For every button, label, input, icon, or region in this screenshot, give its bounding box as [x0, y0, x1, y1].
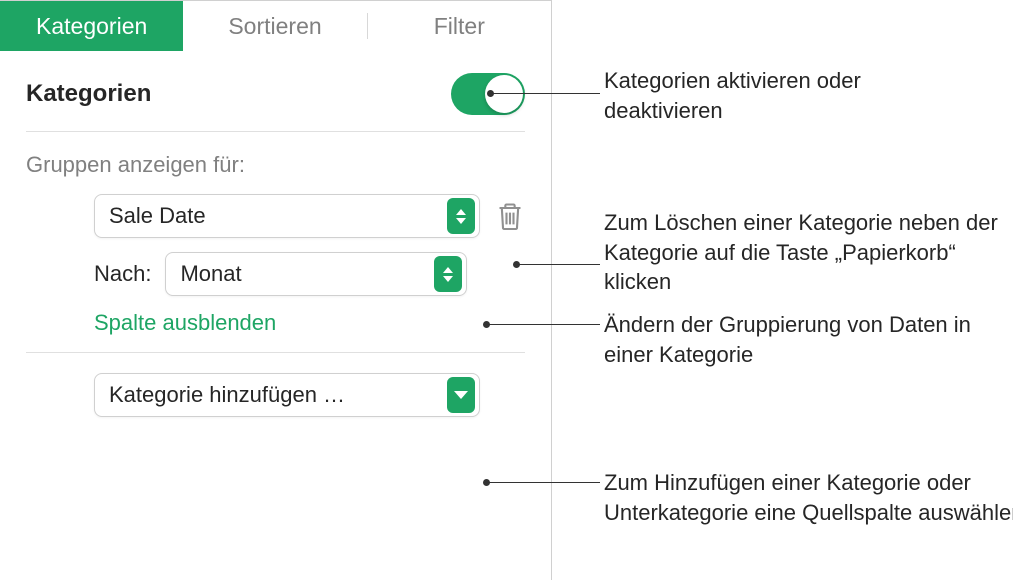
group-label: Gruppen anzeigen für:	[26, 152, 525, 178]
section-header: Kategorien	[0, 51, 551, 131]
dropdown-arrows-icon	[447, 198, 475, 234]
leader-line	[486, 482, 600, 483]
tab-bar: Kategorien Sortieren Filter	[0, 1, 551, 51]
sale-date-value: Sale Date	[109, 203, 206, 229]
add-category-dropdown[interactable]: Kategorie hinzufügen …	[94, 373, 480, 417]
sale-date-dropdown[interactable]: Sale Date	[94, 194, 480, 238]
tab-sort[interactable]: Sortieren	[183, 1, 366, 51]
annotations: Kategorien aktivieren oder deaktivieren …	[552, 0, 1013, 580]
leader-line	[486, 324, 600, 325]
section-title: Kategorien	[26, 80, 151, 108]
trash-icon[interactable]	[496, 201, 524, 231]
hide-column-link[interactable]: Spalte ausblenden	[94, 310, 525, 336]
sale-date-row: Sale Date	[26, 194, 525, 238]
add-section: Kategorie hinzufügen …	[0, 353, 551, 437]
leader-line	[490, 93, 600, 94]
month-value: Monat	[180, 261, 241, 287]
annotation-grouping: Ändern der Gruppierung von Daten in eine…	[604, 310, 1004, 369]
month-dropdown[interactable]: Monat	[165, 252, 467, 296]
tab-categories[interactable]: Kategorien	[0, 1, 183, 51]
nach-label: Nach:	[94, 261, 151, 287]
group-section: Gruppen anzeigen für: Sale Date	[0, 132, 551, 352]
leader-line	[516, 264, 600, 265]
annotation-add: Zum Hinzufügen einer Kategorie oder Unte…	[604, 468, 1013, 527]
annotation-toggle: Kategorien aktivieren oder deaktivieren	[604, 66, 984, 125]
add-category-value: Kategorie hinzufügen …	[109, 382, 345, 408]
dropdown-arrows-icon	[434, 256, 462, 292]
tab-filter[interactable]: Filter	[368, 1, 551, 51]
categories-panel: Kategorien Sortieren Filter Kategorien G…	[0, 0, 552, 580]
dropdown-down-icon	[447, 377, 475, 413]
nach-row: Nach: Monat	[26, 252, 525, 296]
annotation-trash: Zum Löschen einer Kategorie neben der Ka…	[604, 208, 1004, 297]
